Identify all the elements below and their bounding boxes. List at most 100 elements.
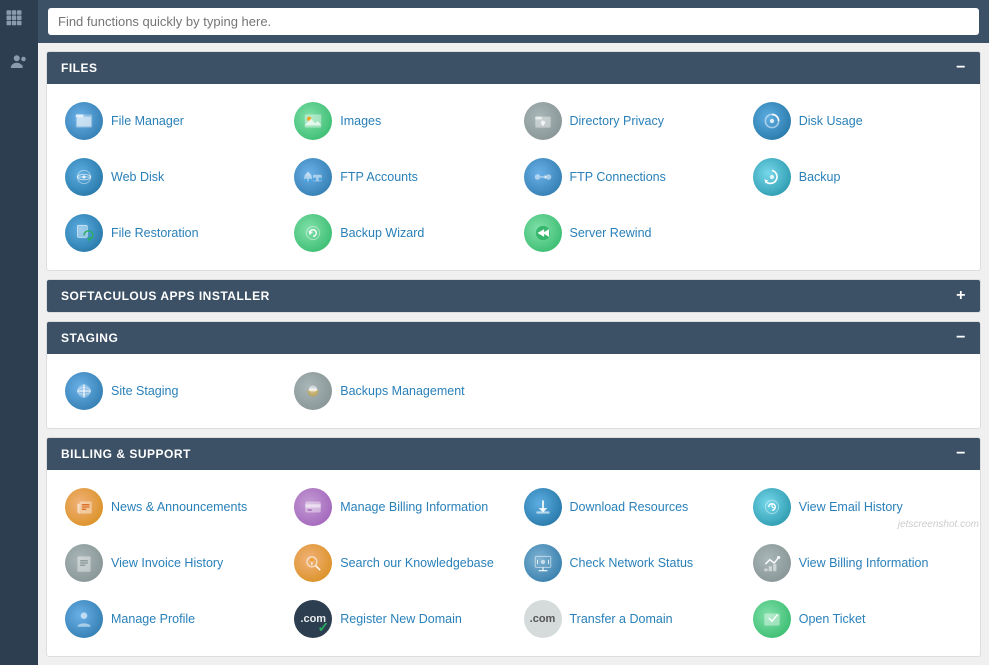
softaculous-section-label: SOFTACULOUS APPS INSTALLER (61, 289, 270, 303)
softaculous-section-header[interactable]: SOFTACULOUS APPS INSTALLER + (47, 280, 980, 312)
server-rewind-item[interactable]: Server Rewind (516, 208, 741, 258)
ftp-connections-label: FTP Connections (570, 170, 666, 184)
backups-management-icon (294, 372, 332, 410)
images-icon (294, 102, 332, 140)
disk-usage-item[interactable]: Disk Usage (745, 96, 970, 146)
server-rewind-icon (524, 214, 562, 252)
web-disk-item[interactable]: Web Disk (57, 152, 282, 202)
staging-section-label: STAGING (61, 331, 118, 345)
sidebar-home-icon[interactable]: Home (5, 8, 33, 36)
disk-usage-label: Disk Usage (799, 114, 863, 128)
open-ticket-label: Open Ticket (799, 612, 866, 626)
directory-privacy-label: Directory Privacy (570, 114, 664, 128)
files-section-body: File Manager Images (47, 84, 980, 270)
backup-wizard-label: Backup Wizard (340, 226, 424, 240)
softaculous-toggle-icon: + (956, 288, 966, 304)
view-invoice-history-item[interactable]: View Invoice History (57, 538, 282, 588)
knowledgebase-icon (294, 544, 332, 582)
ftp-accounts-icon (294, 158, 332, 196)
transfer-domain-label: Transfer a Domain (570, 612, 673, 626)
images-item[interactable]: Images (286, 96, 511, 146)
transfer-domain-icon: .com (524, 600, 562, 638)
billing-toggle-icon: − (956, 446, 966, 462)
site-staging-item[interactable]: Site Staging (57, 366, 282, 416)
backup-wizard-item[interactable]: Backup Wizard (286, 208, 511, 258)
download-resources-item[interactable]: Download Resources (516, 482, 741, 532)
sidebar: Home (0, 0, 38, 665)
backup-item[interactable]: Backup (745, 152, 970, 202)
billing-section-label: BILLING & SUPPORT (61, 447, 191, 461)
sidebar-users-icon[interactable] (5, 48, 33, 76)
watermark: jetscreenshot.com (898, 519, 979, 530)
file-manager-icon (65, 102, 103, 140)
search-bar (38, 0, 989, 43)
files-toggle-icon: − (956, 60, 966, 76)
billing-section-body: News & Announcements Manage Billing Info… (47, 470, 980, 656)
view-billing-info-item[interactable]: View Billing Information (745, 538, 970, 588)
billing-section: BILLING & SUPPORT − News & Announc (46, 437, 981, 657)
file-restoration-icon (65, 214, 103, 252)
file-manager-item[interactable]: File Manager (57, 96, 282, 146)
view-invoice-history-label: View Invoice History (111, 556, 223, 570)
files-section-header[interactable]: FILES − (47, 52, 980, 84)
ticket-icon (753, 600, 791, 638)
manage-profile-label: Manage Profile (111, 612, 195, 626)
ftp-connections-item[interactable]: FTP Connections (516, 152, 741, 202)
main-content: FILES − File Manager (38, 0, 989, 665)
backup-label: Backup (799, 170, 841, 184)
backups-management-label: Backups Management (340, 384, 464, 398)
files-section-label: FILES (61, 61, 98, 75)
files-items-grid: File Manager Images (57, 96, 970, 258)
manage-profile-item[interactable]: Manage Profile (57, 594, 282, 644)
network-icon (524, 544, 562, 582)
staging-section: STAGING − Site Staging (46, 321, 981, 429)
billing-items-grid: News & Announcements Manage Billing Info… (57, 482, 970, 644)
check-network-status-label: Check Network Status (570, 556, 694, 570)
register-domain-label: Register New Domain (340, 612, 462, 626)
backups-management-item[interactable]: Backups Management (286, 366, 511, 416)
directory-privacy-item[interactable]: Directory Privacy (516, 96, 741, 146)
search-input[interactable] (48, 8, 979, 35)
ftp-accounts-item[interactable]: FTP Accounts (286, 152, 511, 202)
view-billing-icon (753, 544, 791, 582)
staging-section-body: Site Staging Backups Management (47, 354, 980, 428)
ftp-accounts-label: FTP Accounts (340, 170, 418, 184)
news-announcements-label: News & Announcements (111, 500, 247, 514)
search-knowledgebase-label: Search our Knowledgebase (340, 556, 494, 570)
images-label: Images (340, 114, 381, 128)
manage-billing-item[interactable]: Manage Billing Information (286, 482, 511, 532)
file-manager-label: File Manager (111, 114, 184, 128)
billing-section-header[interactable]: BILLING & SUPPORT − (47, 438, 980, 470)
backup-wizard-icon (294, 214, 332, 252)
staging-section-header[interactable]: STAGING − (47, 322, 980, 354)
register-domain-icon: .com ✓ (294, 600, 332, 638)
directory-privacy-icon (524, 102, 562, 140)
view-billing-info-label: View Billing Information (799, 556, 929, 570)
download-resources-label: Download Resources (570, 500, 689, 514)
billing-icon (294, 488, 332, 526)
search-knowledgebase-item[interactable]: Search our Knowledgebase (286, 538, 511, 588)
manage-billing-label: Manage Billing Information (340, 500, 488, 514)
news-announcements-item[interactable]: News & Announcements (57, 482, 282, 532)
check-network-status-item[interactable]: Check Network Status (516, 538, 741, 588)
staging-items-grid: Site Staging Backups Management (57, 366, 970, 416)
invoice-icon (65, 544, 103, 582)
site-staging-label: Site Staging (111, 384, 178, 398)
server-rewind-label: Server Rewind (570, 226, 652, 240)
ftp-connections-icon (524, 158, 562, 196)
transfer-domain-item[interactable]: .com Transfer a Domain (516, 594, 741, 644)
softaculous-section: SOFTACULOUS APPS INSTALLER + (46, 279, 981, 313)
file-restoration-label: File Restoration (111, 226, 199, 240)
news-icon (65, 488, 103, 526)
web-disk-label: Web Disk (111, 170, 164, 184)
view-email-history-label: View Email History (799, 500, 903, 514)
backup-icon (753, 158, 791, 196)
register-domain-item[interactable]: .com ✓ Register New Domain (286, 594, 511, 644)
web-disk-icon (65, 158, 103, 196)
open-ticket-item[interactable]: Open Ticket (745, 594, 970, 644)
profile-icon (65, 600, 103, 638)
download-icon (524, 488, 562, 526)
file-restoration-item[interactable]: File Restoration (57, 208, 282, 258)
disk-usage-icon (753, 102, 791, 140)
site-staging-icon (65, 372, 103, 410)
